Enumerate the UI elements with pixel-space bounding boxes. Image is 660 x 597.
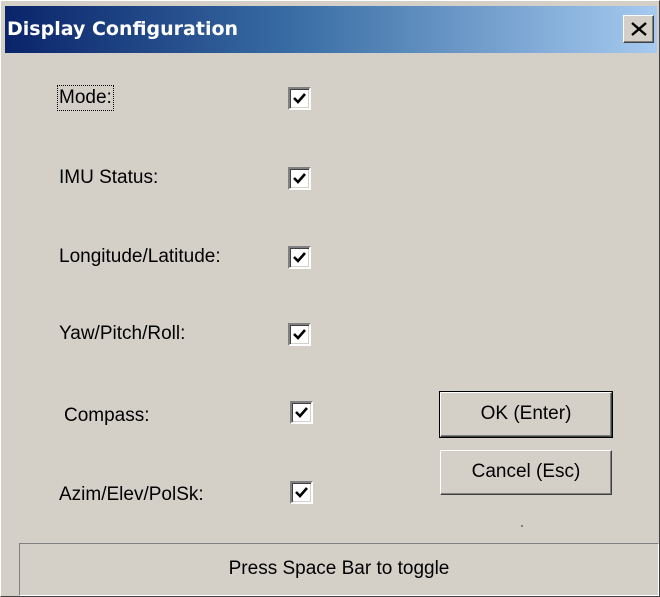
status-bar: Press Space Bar to toggle bbox=[19, 543, 659, 596]
yaw-pitch-roll-checkbox[interactable] bbox=[288, 323, 311, 346]
ok-button[interactable]: OK (Enter) bbox=[439, 391, 613, 438]
mode-label: Mode: bbox=[57, 85, 114, 111]
yaw-pitch-roll-label: Yaw/Pitch/Roll: bbox=[59, 323, 186, 344]
longitude-latitude-label: Longitude/Latitude: bbox=[59, 246, 221, 267]
status-text: Press Space Bar to toggle bbox=[228, 558, 450, 579]
cancel-button[interactable]: Cancel (Esc) bbox=[440, 450, 612, 495]
title-bar[interactable]: Display Configuration bbox=[5, 6, 657, 53]
close-button[interactable] bbox=[623, 15, 654, 43]
stray-pixel bbox=[521, 525, 523, 527]
azim-elev-polsk-label: Azim/Elev/PolSk: bbox=[59, 484, 204, 505]
mode-checkbox[interactable] bbox=[288, 87, 311, 110]
longitude-latitude-checkbox[interactable] bbox=[288, 246, 311, 269]
window-title: Display Configuration bbox=[7, 18, 239, 40]
compass-label: Compass: bbox=[64, 405, 150, 426]
display-configuration-dialog: Display Configuration Mode: IMU Status: … bbox=[0, 0, 660, 597]
imu-status-checkbox[interactable] bbox=[288, 167, 311, 190]
azim-elev-polsk-checkbox[interactable] bbox=[290, 481, 313, 504]
compass-checkbox[interactable] bbox=[290, 401, 313, 424]
imu-status-label: IMU Status: bbox=[59, 167, 159, 188]
